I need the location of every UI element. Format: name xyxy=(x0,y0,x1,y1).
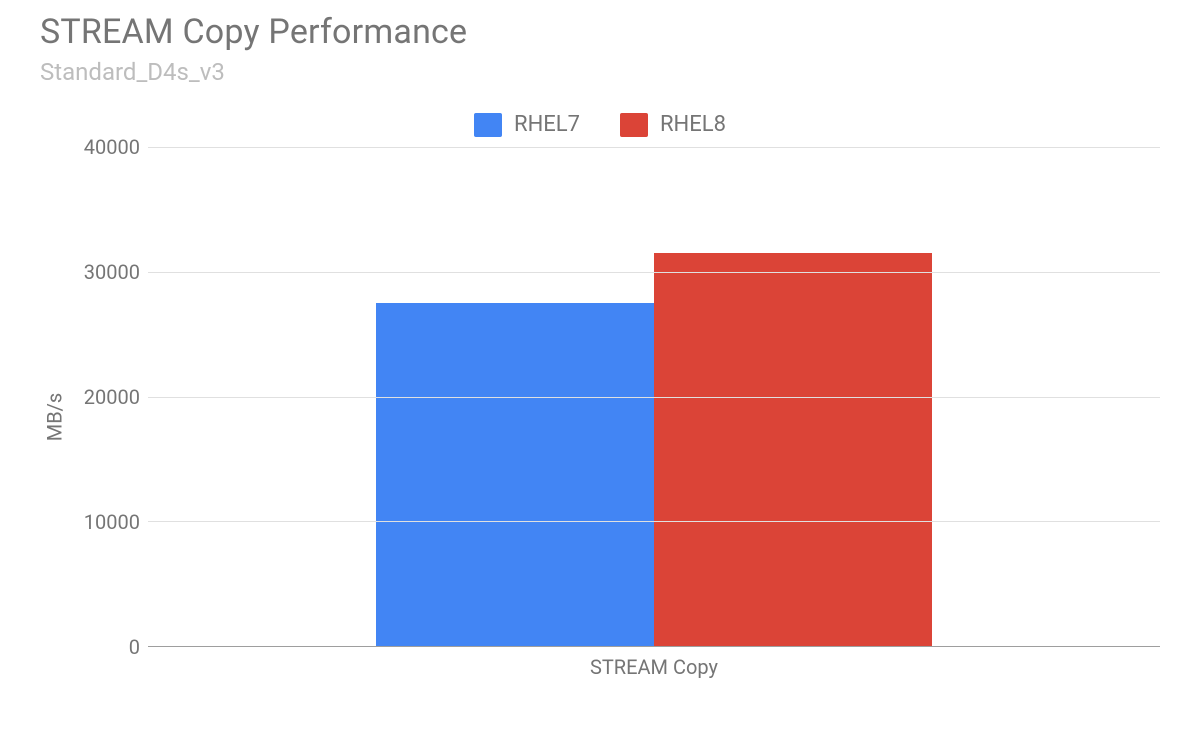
y-axis-label: MB/s xyxy=(42,393,66,442)
y-tick: 10000 xyxy=(84,510,140,534)
legend-label-rhel7: RHEL7 xyxy=(514,112,580,137)
y-axis-label-container: MB/s xyxy=(40,147,68,687)
gridline xyxy=(148,397,1160,398)
legend-swatch-rhel7 xyxy=(474,113,502,137)
y-tick: 40000 xyxy=(84,135,140,159)
gridline xyxy=(148,521,1160,522)
gridline xyxy=(148,147,1160,148)
y-tick: 30000 xyxy=(84,260,140,284)
plot-area xyxy=(148,147,1160,647)
bar-rhel8 xyxy=(654,253,932,646)
legend: RHEL7 RHEL8 xyxy=(40,112,1160,137)
y-tick: 0 xyxy=(129,635,140,659)
chart-subtitle: Standard_D4s_v3 xyxy=(40,58,1160,86)
y-axis-ticks: 010000200003000040000 xyxy=(68,147,148,647)
legend-item-rhel8: RHEL8 xyxy=(620,112,726,137)
y-tick: 20000 xyxy=(84,385,140,409)
legend-swatch-rhel8 xyxy=(620,113,648,137)
legend-item-rhel7: RHEL7 xyxy=(474,112,580,137)
gridline xyxy=(148,272,1160,273)
legend-label-rhel8: RHEL8 xyxy=(660,112,726,137)
chart-title: STREAM Copy Performance xyxy=(40,12,1160,52)
bar-rhel7 xyxy=(376,303,654,646)
x-axis-category-label: STREAM Copy xyxy=(148,647,1160,687)
chart: MB/s 010000200003000040000 STREAM Copy xyxy=(40,147,1160,687)
